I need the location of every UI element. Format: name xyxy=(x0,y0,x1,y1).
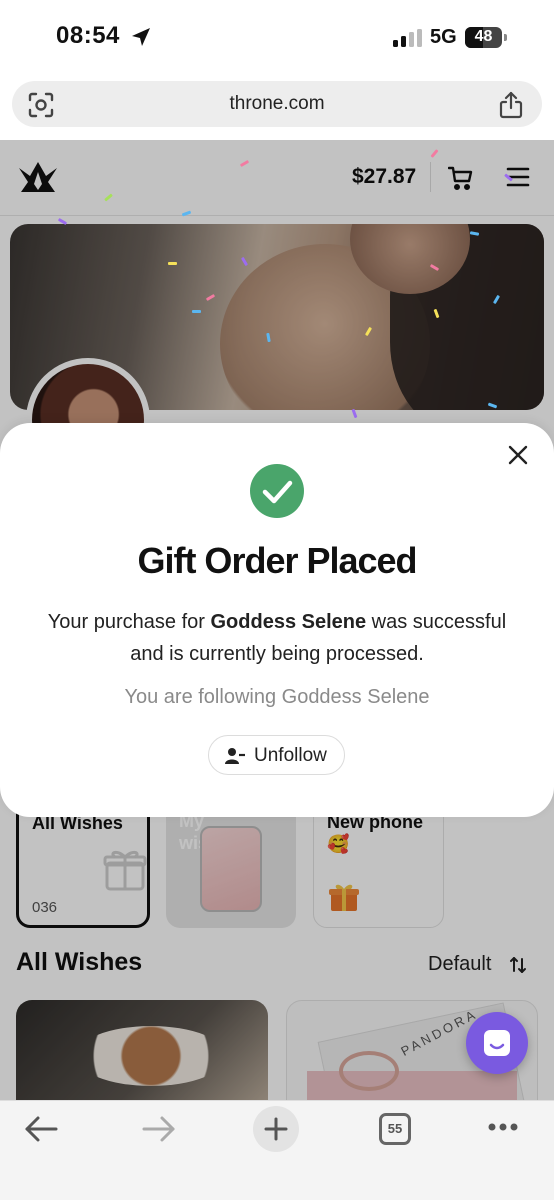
creator-name: Goddess Selene xyxy=(210,611,367,633)
chat-icon xyxy=(484,1030,510,1056)
follow-status-text: You are following Goddess Selene xyxy=(124,686,430,708)
close-icon[interactable] xyxy=(505,442,531,468)
unfollow-button[interactable]: Unfollow xyxy=(208,735,345,775)
back-icon[interactable] xyxy=(24,1115,58,1143)
status-time: 08:54 xyxy=(56,22,120,49)
chat-button[interactable] xyxy=(466,1012,528,1074)
more-icon[interactable] xyxy=(487,1121,519,1133)
address-bar[interactable]: throne.com xyxy=(12,81,542,127)
unfollow-label: Unfollow xyxy=(254,745,327,766)
modal-title: Gift Order Placed xyxy=(137,540,417,581)
forward-icon[interactable] xyxy=(142,1115,176,1143)
check-icon xyxy=(262,480,293,504)
modal-message: Your purchase for Goddess Selene was suc… xyxy=(40,606,514,670)
share-icon[interactable] xyxy=(498,91,524,119)
user-minus-icon xyxy=(225,748,245,764)
signal-icon xyxy=(393,29,422,47)
battery-icon: 48 xyxy=(465,27,507,48)
network-label: 5G xyxy=(430,26,457,48)
browser-toolbar: 55 xyxy=(0,1100,554,1200)
battery-level: 48 xyxy=(474,28,493,45)
tab-count: 55 xyxy=(387,1121,403,1136)
tabs-button[interactable]: 55 xyxy=(379,1113,411,1145)
url-text[interactable]: throne.com xyxy=(12,93,542,115)
location-arrow-icon xyxy=(132,28,150,46)
new-tab-button[interactable] xyxy=(253,1106,299,1152)
modal-message-prefix: Your purchase for xyxy=(47,611,211,633)
plus-icon xyxy=(264,1117,288,1141)
success-check-badge xyxy=(250,464,304,518)
status-bar: 08:54 5G 48 xyxy=(0,0,554,76)
